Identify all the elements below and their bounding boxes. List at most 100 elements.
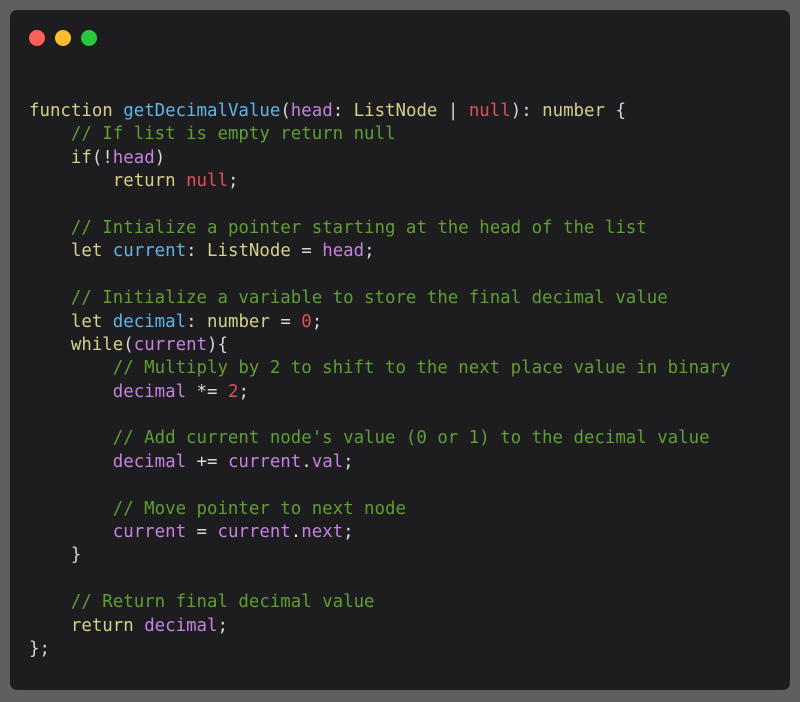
code-line: function getDecimalValue(head: ListNode … — [29, 100, 731, 123]
code-token: null — [468, 101, 511, 121]
minimize-window-icon[interactable] — [55, 30, 71, 46]
maximize-window-icon[interactable] — [81, 30, 97, 46]
code-token: ; — [217, 615, 228, 636]
code-token: = — [290, 241, 323, 262]
code-token: current — [112, 241, 187, 262]
code-token: ; — [311, 311, 323, 332]
code-token: ( — [280, 101, 291, 121]
code-token: += — [186, 451, 228, 472]
code-line: }; — [29, 638, 731, 661]
code-token: decimal — [112, 311, 187, 332]
code-token: function — [29, 101, 113, 121]
code-token: current — [217, 522, 291, 543]
code-token: head — [322, 241, 365, 262]
close-window-icon[interactable] — [29, 30, 45, 46]
code-line: // Move pointer to next node — [29, 498, 731, 521]
code-line: // If list is empty return null — [29, 123, 731, 146]
code-token: ListNode — [207, 241, 291, 262]
code-token: let — [70, 311, 103, 332]
code-token: while — [70, 334, 124, 355]
code-token: // Multiply by 2 to shift to the next pl… — [112, 358, 731, 379]
code-token: . — [290, 522, 302, 543]
code-token: 0 — [301, 311, 312, 332]
code-token: // Return final decimal value — [70, 592, 375, 613]
code-line: while(current){ — [29, 334, 731, 357]
code-token: . — [301, 451, 312, 472]
code-token: return — [70, 615, 134, 636]
code-token: head — [290, 101, 333, 121]
code-token: ListNode — [353, 101, 438, 121]
code-line: let decimal: number = 0; — [29, 311, 731, 334]
code-line: // Add current node's value (0 or 1) to … — [29, 427, 731, 450]
code-token: current — [227, 451, 302, 472]
code-token: // If list is empty return null — [70, 124, 396, 145]
code-token: null — [186, 171, 228, 192]
code-token: : — [186, 241, 208, 262]
code-token: *= — [186, 381, 228, 402]
code-token: ; — [343, 451, 354, 472]
code-token: ; — [238, 381, 249, 402]
code-line: decimal += current.val; — [29, 451, 731, 474]
code-token: current — [112, 522, 187, 543]
screenshot-frame: function getDecimalValue(head: ListNode … — [0, 0, 800, 702]
code-token: | — [437, 101, 469, 121]
code-token: head — [112, 147, 155, 168]
code-line: if(!head) — [29, 147, 731, 170]
code-token: ) — [154, 147, 166, 168]
code-token: ; — [227, 171, 239, 192]
code-token: let — [70, 241, 103, 262]
code-token: ){ — [207, 334, 228, 355]
code-token: getDecimalValue — [123, 101, 281, 121]
code-line: // Intialize a pointer starting at the h… — [29, 217, 731, 240]
code-token: val — [311, 451, 344, 472]
code-window: function getDecimalValue(head: ListNode … — [10, 10, 790, 690]
code-line: // Return final decimal value — [29, 591, 731, 614]
code-token: // Initialize a variable to store the fi… — [70, 288, 668, 309]
code-token: { — [604, 101, 626, 121]
code-line: return decimal; — [29, 615, 731, 638]
code-token: (! — [91, 147, 113, 168]
code-line: } — [29, 544, 731, 567]
code-token: number — [207, 311, 270, 332]
code-token: ): — [510, 101, 543, 121]
code-token: number — [542, 101, 605, 121]
code-line: decimal *= 2; — [29, 381, 731, 404]
code-token: decimal — [112, 451, 187, 472]
code-line: let current: ListNode = head; — [29, 240, 731, 263]
code-token: // Move pointer to next node — [112, 498, 406, 519]
code-token: decimal — [144, 615, 218, 636]
code-token: = — [186, 522, 218, 543]
code-token: ; — [364, 241, 375, 262]
code-token: : — [186, 311, 208, 332]
code-line: // Initialize a variable to store the fi… — [29, 287, 731, 310]
code-token: ( — [123, 334, 134, 355]
code-token: if — [70, 147, 92, 168]
code-token: // Add current node's value (0 or 1) to … — [112, 428, 710, 449]
code-line: return null; — [29, 170, 731, 193]
code-token: ; — [343, 522, 354, 543]
